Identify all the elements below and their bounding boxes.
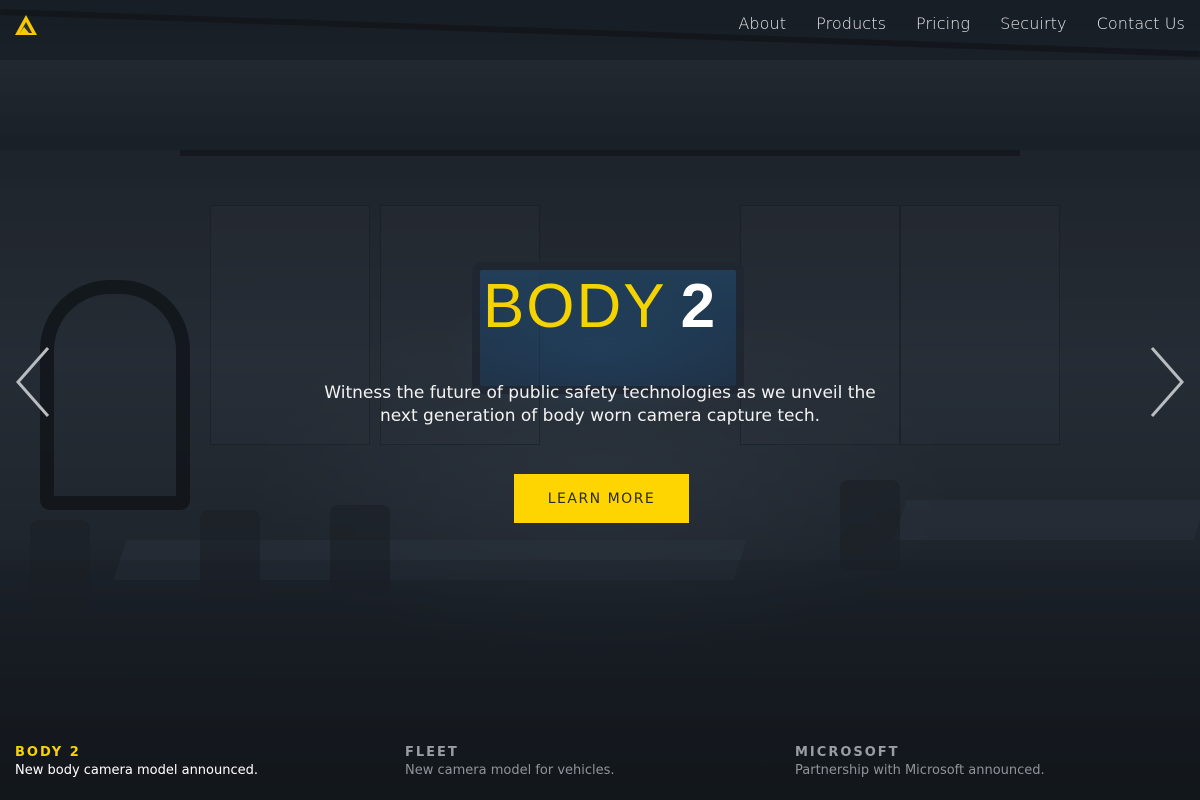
slide-tab-title: BODY 2 xyxy=(15,745,81,760)
hero-subtitle: Witness the future of public safety tech… xyxy=(300,382,900,428)
learn-more-button[interactable]: LEARN MORE xyxy=(514,474,689,523)
slide-tab-fleet[interactable]: FLEET New camera model for vehicles. xyxy=(405,744,765,779)
slide-tab-description: New body camera model announced. xyxy=(15,763,259,778)
nav-link-products[interactable]: Products xyxy=(816,14,886,33)
slide-tab-body2[interactable]: BODY 2 New body camera model announced. xyxy=(15,744,375,779)
slide-tab-description: Partnership with Microsoft announced. xyxy=(795,763,1045,778)
main-nav: About Products Pricing Secuirty Contact … xyxy=(738,14,1185,33)
nav-link-about[interactable]: About xyxy=(738,14,786,33)
chevron-right-icon[interactable] xyxy=(1146,344,1188,420)
slide-tab-title: FLEET xyxy=(405,745,459,760)
slide-tab-description: New camera model for vehicles. xyxy=(405,763,615,778)
top-navigation: About Products Pricing Secuirty Contact … xyxy=(0,0,1200,50)
slide-tab-microsoft[interactable]: MICROSOFT Partnership with Microsoft ann… xyxy=(795,744,1155,779)
chevron-left-icon[interactable] xyxy=(12,344,54,420)
nav-link-pricing[interactable]: Pricing xyxy=(916,14,970,33)
nav-link-contact[interactable]: Contact Us xyxy=(1097,14,1185,33)
hero-subtitle-line: next generation of body worn camera capt… xyxy=(379,406,821,426)
hero-title-word: BODY xyxy=(482,272,667,341)
nav-link-security[interactable]: Secuirty xyxy=(1000,14,1067,33)
hero-subtitle-line: Witness the future of public safety tech… xyxy=(324,383,876,403)
hero-title-number: 2 xyxy=(680,272,718,341)
slide-tab-title: MICROSOFT xyxy=(795,745,900,760)
triangle-logo-icon[interactable] xyxy=(14,14,38,36)
hero-title: BODY 2 xyxy=(0,272,1200,342)
slide-indicators: BODY 2 New body camera model announced. … xyxy=(0,744,1200,800)
